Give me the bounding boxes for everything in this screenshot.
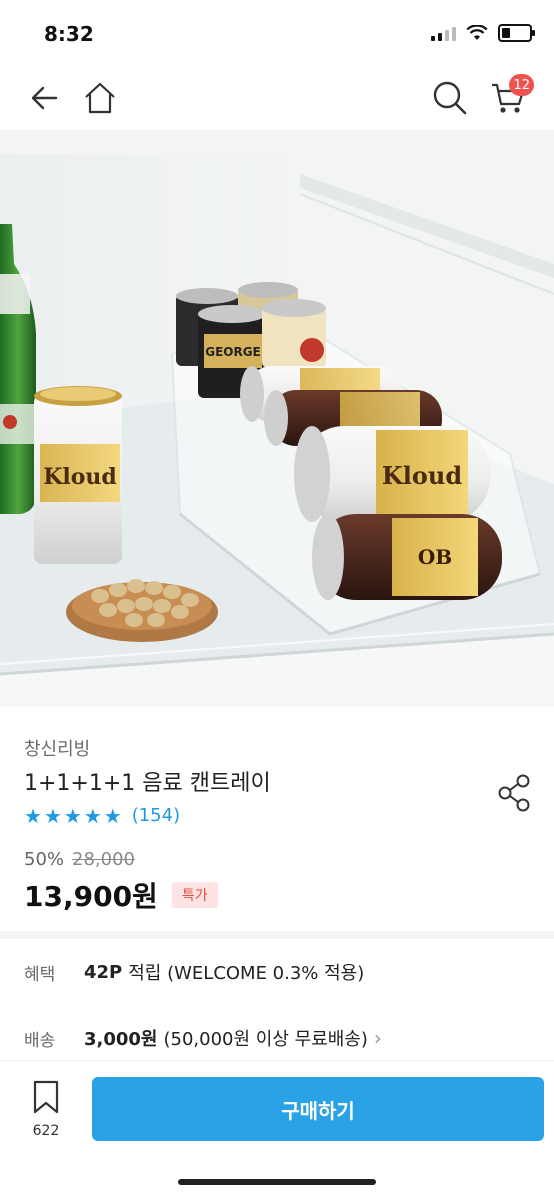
star-icon: ★ — [63, 803, 82, 828]
star-icon: ★ — [43, 803, 62, 828]
special-badge: 특가 — [171, 882, 218, 908]
benefit-label: 혜택 — [24, 964, 56, 985]
svg-text:OB: OB — [418, 545, 452, 569]
status-bar: 8:32 — [0, 0, 554, 66]
shipping-fee: 3,000원 — [84, 1029, 158, 1050]
home-indicator — [178, 1179, 376, 1185]
arrow-left-icon — [31, 86, 58, 110]
status-time: 8:32 — [44, 22, 94, 46]
buy-button[interactable]: 구매하기 — [92, 1077, 544, 1141]
bookmark-button[interactable]: 622 — [24, 1079, 68, 1139]
search-button[interactable] — [430, 78, 470, 118]
benefit-row: 혜택 42P 적립 (WELCOME 0.3% 적용) — [24, 959, 364, 985]
benefit-points: 42P — [84, 961, 123, 983]
back-button[interactable] — [24, 78, 64, 118]
star-icon: ★ — [83, 803, 102, 828]
top-nav: 12 — [0, 66, 554, 130]
share-icon — [498, 774, 530, 812]
star-icon: ★ — [103, 803, 122, 828]
wifi-icon — [466, 25, 488, 40]
bottom-action-bar: 622 구매하기 — [0, 1060, 554, 1201]
product-image[interactable]: Kloud GEORGE Kloud OB — [0, 154, 554, 707]
discount-rate: 50% — [24, 849, 65, 870]
review-count[interactable]: (154) — [132, 805, 180, 826]
shipping-text: (50,000원 이상 무료배송) — [163, 1029, 368, 1050]
battery-icon — [498, 24, 535, 42]
original-price: 28,000 — [72, 849, 135, 870]
svg-text:Kloud: Kloud — [43, 464, 117, 490]
chevron-right-icon: › — [373, 1026, 382, 1050]
bookmark-icon — [33, 1080, 59, 1114]
bookmark-count: 622 — [32, 1123, 60, 1139]
brand-name[interactable]: 창신리빙 — [24, 735, 90, 761]
signal-icon — [431, 25, 456, 41]
benefit-text: 적립 (WELCOME 0.3% 적용) — [128, 963, 365, 984]
product-photo: Kloud GEORGE Kloud OB — [0, 154, 554, 707]
search-icon — [433, 81, 467, 115]
image-top-divider — [0, 130, 554, 155]
svg-text:Kloud: Kloud — [382, 461, 462, 490]
cart-button[interactable]: 12 — [488, 74, 534, 118]
status-icons — [431, 24, 535, 42]
home-icon — [85, 82, 115, 114]
shipping-label: 배송 — [24, 1030, 56, 1051]
share-button[interactable] — [496, 773, 532, 813]
discount-row: 50% 28,000 — [24, 849, 135, 870]
price-row: 13,900원 특가 — [24, 875, 218, 915]
rating[interactable]: ★ ★ ★ ★ ★ (154) — [24, 805, 180, 826]
shipping-row[interactable]: 배송 3,000원 (50,000원 이상 무료배송) › — [24, 1025, 382, 1051]
product-title: 1+1+1+1 음료 캔트레이 — [24, 771, 271, 796]
home-button[interactable] — [80, 78, 120, 118]
cart-count-badge: 12 — [509, 74, 534, 96]
star-icon: ★ — [24, 803, 42, 828]
section-divider — [0, 931, 554, 939]
svg-text:GEORGE: GEORGE — [205, 345, 261, 359]
sale-price: 13,900원 — [24, 880, 158, 913]
